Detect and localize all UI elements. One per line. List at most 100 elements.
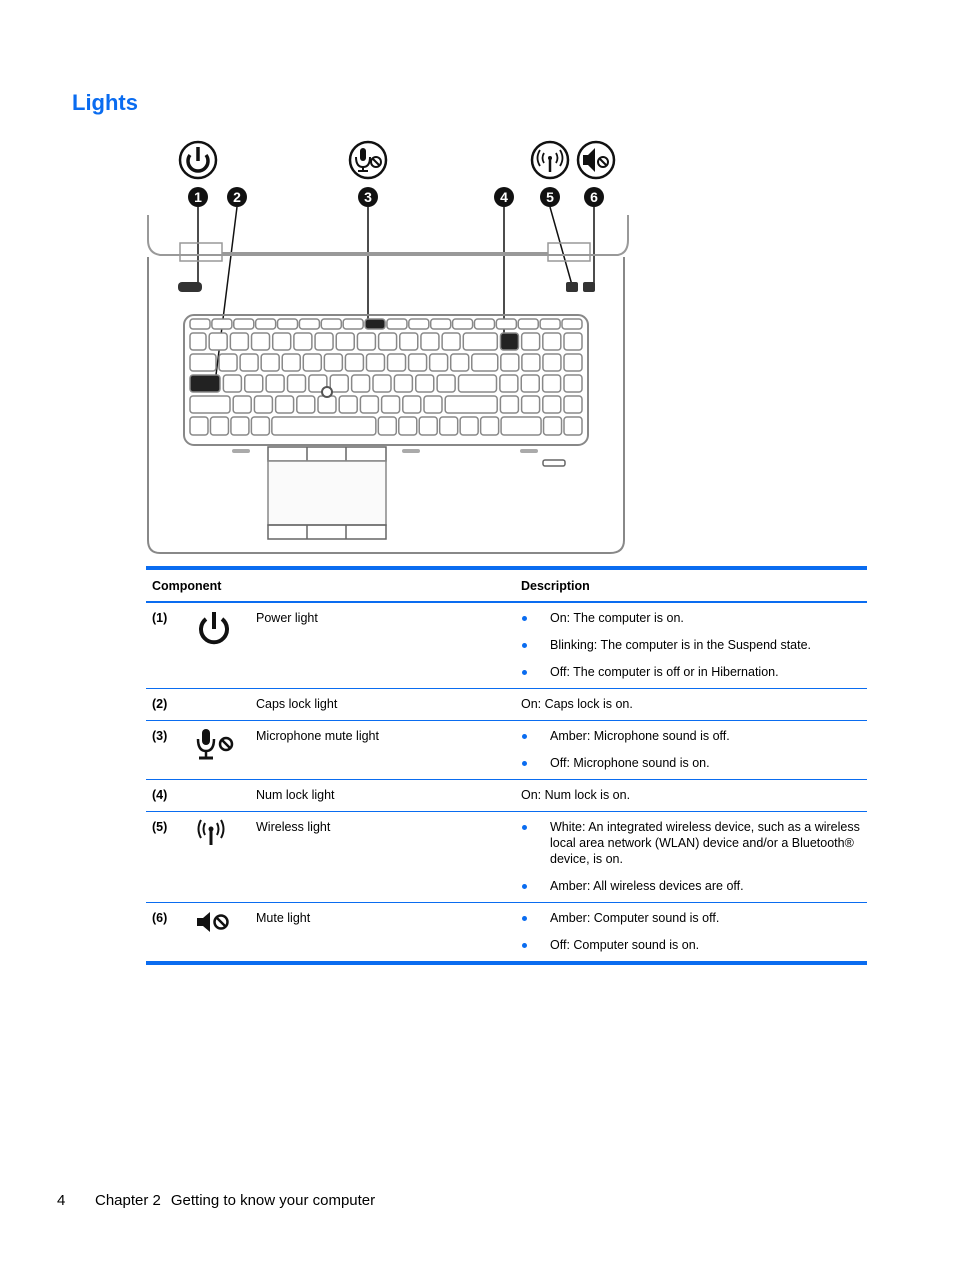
keyboard-key bbox=[479, 416, 500, 436]
row-description: On: Caps lock is on. bbox=[515, 688, 867, 721]
row-id: (5) bbox=[146, 811, 188, 903]
keyboard-key bbox=[386, 353, 407, 372]
description-item: Off: Computer sound is on. bbox=[521, 937, 861, 953]
keyboard-key bbox=[329, 374, 349, 393]
header-description: Description bbox=[515, 566, 867, 603]
keyboard-key bbox=[222, 374, 243, 393]
keyboard-key bbox=[377, 332, 398, 351]
keyboard-key bbox=[408, 318, 430, 330]
keyboard-key bbox=[499, 332, 520, 351]
callout-6: 6 bbox=[584, 187, 604, 207]
keyboard-key bbox=[451, 318, 474, 330]
keyboard-key bbox=[344, 353, 365, 372]
keyboard-key bbox=[211, 318, 233, 330]
keyboard-key bbox=[286, 374, 307, 393]
row-description: On: Num lock is on. bbox=[515, 779, 867, 812]
description-item: Amber: All wireless devices are off. bbox=[521, 878, 861, 894]
power-icon bbox=[178, 140, 218, 180]
keyboard-key bbox=[380, 395, 401, 414]
fingerprint-reader bbox=[542, 459, 566, 467]
keyboard-key bbox=[399, 332, 419, 351]
keyboard-key bbox=[250, 332, 271, 351]
row-id: (1) bbox=[146, 602, 188, 689]
keyboard-key bbox=[254, 318, 277, 330]
keyboard-key bbox=[244, 374, 264, 393]
keyboard-key bbox=[271, 332, 292, 351]
keyboard-key bbox=[449, 353, 470, 372]
keyboard-key bbox=[350, 374, 371, 393]
keyboard-key bbox=[563, 332, 583, 351]
chapter-title: Getting to know your computer bbox=[170, 1192, 376, 1209]
keyboard-key bbox=[189, 416, 209, 436]
keyboard-key bbox=[542, 395, 562, 414]
keyboard-key bbox=[342, 318, 364, 330]
power-light-indicator bbox=[178, 282, 202, 292]
keyboard-key bbox=[189, 353, 217, 372]
keyboard-key bbox=[542, 332, 562, 351]
keyboard-key bbox=[542, 353, 562, 372]
table-row: (6) Mute light Amber: Computer sound is … bbox=[146, 902, 867, 965]
keyboard-key bbox=[521, 353, 541, 372]
keyboard-key bbox=[189, 318, 211, 330]
keyboard-key bbox=[320, 318, 343, 330]
keyboard-key bbox=[281, 353, 301, 372]
keyboard-key bbox=[398, 416, 418, 436]
keyboard-key bbox=[520, 395, 541, 414]
description-item: White: An integrated wireless device, su… bbox=[521, 819, 861, 867]
description-item: Amber: Microphone sound is off. bbox=[521, 728, 861, 744]
keyboard-key bbox=[233, 318, 255, 330]
keyboard bbox=[183, 314, 589, 446]
keyboard-key bbox=[276, 318, 299, 330]
keyboard-key bbox=[542, 416, 563, 436]
keyboard-key bbox=[438, 416, 459, 436]
table-row: (1) Power light On: The computer is on. … bbox=[146, 602, 867, 689]
chapter-label: Chapter 2 bbox=[95, 1192, 161, 1209]
mute-icon bbox=[197, 912, 229, 932]
wireless-light-indicator bbox=[566, 282, 578, 292]
keyboard-key bbox=[359, 395, 380, 414]
keyboard-key bbox=[563, 374, 583, 393]
keyboard-key bbox=[323, 353, 344, 372]
keyboard-key bbox=[407, 353, 428, 372]
wireless-icon bbox=[530, 140, 570, 180]
keyboard-key bbox=[436, 374, 456, 393]
keyboard-key bbox=[402, 395, 422, 414]
header-component: Component bbox=[146, 566, 515, 603]
description-item: Amber: Computer sound is off. bbox=[521, 910, 861, 926]
keyboard-key bbox=[563, 395, 583, 414]
callout-2: 2 bbox=[227, 187, 247, 207]
table-header-row: Component Description bbox=[146, 566, 867, 603]
keyboard-key bbox=[372, 374, 392, 393]
keyboard-key bbox=[239, 353, 259, 372]
callout-4: 4 bbox=[494, 187, 514, 207]
touchpad bbox=[267, 460, 387, 526]
keyboard-key bbox=[232, 395, 252, 414]
keyboard-key bbox=[302, 353, 323, 372]
keyboard-key bbox=[500, 353, 520, 372]
keyboard-key bbox=[441, 332, 461, 351]
description-item: Off: Microphone sound is on. bbox=[521, 755, 861, 771]
microphone-mute-icon bbox=[196, 729, 234, 760]
row-id: (6) bbox=[146, 902, 188, 965]
row-name: Microphone mute light bbox=[250, 720, 515, 780]
keyboard-key bbox=[250, 416, 271, 436]
keyboard-key bbox=[539, 318, 561, 330]
keyboard-key bbox=[393, 374, 414, 393]
keyboard-key bbox=[230, 416, 250, 436]
wireless-icon bbox=[197, 819, 225, 845]
keyboard-key bbox=[541, 374, 562, 393]
keyboard-key bbox=[386, 318, 408, 330]
description-item: Off: The computer is off or in Hibernati… bbox=[521, 664, 861, 680]
mute-light-indicator bbox=[583, 282, 595, 292]
keyboard-key bbox=[189, 395, 231, 414]
description-list: White: An integrated wireless device, su… bbox=[521, 819, 861, 894]
power-icon bbox=[199, 612, 229, 645]
keyboard-key bbox=[189, 332, 207, 351]
mute-icon bbox=[576, 140, 616, 180]
keyboard-key bbox=[253, 395, 274, 414]
table-row: (2) Caps lock light On: Caps lock is on. bbox=[146, 688, 867, 721]
keyboard-key bbox=[265, 374, 285, 393]
keyboard-key bbox=[418, 416, 438, 436]
callout-5: 5 bbox=[540, 187, 560, 207]
keyboard-key bbox=[500, 416, 542, 436]
